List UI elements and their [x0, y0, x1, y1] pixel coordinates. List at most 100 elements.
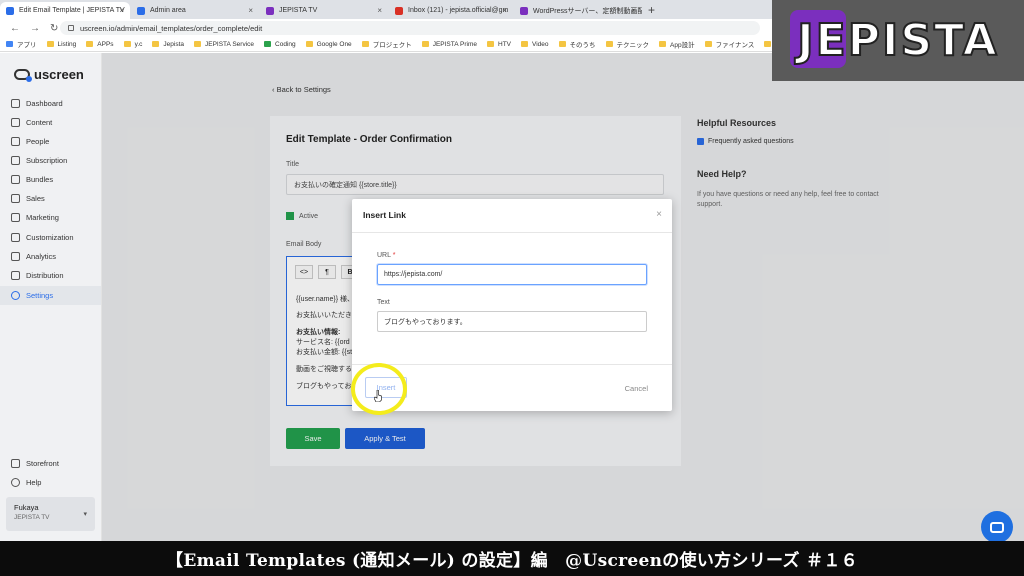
jepista-logo: JEPISTA	[772, 0, 1024, 81]
bookmark[interactable]: Google One	[305, 41, 352, 48]
modal-title: Insert Link	[363, 210, 406, 220]
megaphone-icon	[11, 213, 20, 222]
folder-icon	[194, 41, 201, 47]
sidebar-item-storefront[interactable]: Storefront	[0, 454, 101, 473]
close-icon[interactable]: ×	[119, 6, 124, 15]
divider	[352, 232, 672, 233]
new-tab-icon[interactable]: +	[648, 3, 655, 17]
divider	[352, 364, 672, 365]
cancel-button[interactable]: Cancel	[625, 384, 648, 393]
bookmark[interactable]: y.c	[123, 41, 142, 48]
link-text-input[interactable]: ブログもやっております。	[377, 311, 647, 332]
folder-icon	[764, 41, 772, 47]
jepista-favicon-icon	[520, 6, 528, 15]
chat-bubble-icon	[990, 521, 1004, 533]
jepista-favicon-icon	[266, 6, 274, 15]
distribution-icon	[11, 271, 20, 280]
help-icon	[11, 478, 20, 487]
click-highlight-circle	[351, 363, 407, 415]
bookmark[interactable]: APPs	[86, 41, 114, 48]
bookmark[interactable]: プロジェクト	[361, 39, 412, 49]
sidebar-item-distribution[interactable]: Distribution	[0, 266, 101, 285]
bookmark[interactable]: ファイナンス	[704, 39, 754, 49]
browser-tab[interactable]: WordPressサーバー、定額制動画配 ×	[514, 2, 642, 19]
bookmark[interactable]: JEPISTA Prime	[421, 41, 477, 48]
browser-tab[interactable]: Admin area ×	[131, 2, 259, 19]
box-icon	[11, 175, 20, 184]
user-account-card[interactable]: Fukaya JEPISTA TV ▾	[6, 497, 95, 531]
folder-icon	[123, 41, 131, 47]
folder-icon	[558, 41, 566, 47]
close-icon[interactable]: ×	[377, 6, 382, 15]
sidebar-item-bundles[interactable]: Bundles	[0, 170, 101, 189]
bookmark[interactable]: そのうち	[558, 39, 596, 49]
url-input[interactable]: https://jepista.com/	[377, 264, 647, 285]
storefront-icon	[11, 459, 20, 468]
close-icon[interactable]: ×	[248, 6, 253, 15]
bookmark[interactable]: Jepista	[152, 41, 184, 48]
browser-tab[interactable]: Edit Email Template | JEPISTA TV ×	[0, 2, 130, 19]
refresh-icon	[11, 156, 20, 165]
back-arrow-icon[interactable]: ←	[10, 23, 20, 34]
tab-title: JEPISTA TV	[279, 7, 318, 14]
edit-icon	[11, 233, 20, 242]
video-caption-banner: 【Email Templates (通知メール) の設定】編 @Uscreenの…	[0, 541, 1024, 576]
bookmark[interactable]: JEPISTA Service	[194, 41, 254, 48]
reload-icon[interactable]: ↻	[50, 23, 58, 34]
bookmark[interactable]: アプリ	[6, 39, 37, 49]
folder-icon	[659, 41, 667, 47]
sidebar-item-people[interactable]: People	[0, 132, 101, 151]
url-label: URL *	[377, 252, 396, 259]
user-name: Fukaya	[14, 503, 39, 512]
folder-icon	[487, 41, 494, 47]
chat-support-button[interactable]	[981, 511, 1013, 543]
sidebar-item-content[interactable]: Content	[0, 113, 101, 132]
sidebar-item-dashboard[interactable]: Dashboard	[0, 94, 101, 113]
tab-title: WordPressサーバー、定額制動画配	[533, 7, 642, 15]
tab-title: Inbox (121) - jepista.official@gm	[408, 7, 509, 14]
sidebar-item-marketing[interactable]: Marketing	[0, 208, 101, 227]
close-icon[interactable]: ×	[502, 6, 507, 15]
bookmark[interactable]: テクニック	[605, 39, 649, 49]
sidebar-item-settings[interactable]: Settings	[0, 286, 101, 305]
tab-title: Edit Email Template | JEPISTA TV	[19, 7, 125, 14]
gear-icon	[11, 291, 20, 300]
sidebar-item-analytics[interactable]: Analytics	[0, 247, 101, 266]
folder-icon	[521, 41, 528, 47]
dollar-icon	[11, 194, 20, 203]
people-icon	[11, 137, 20, 146]
browser-tab[interactable]: Inbox (121) - jepista.official@gm ×	[389, 2, 513, 19]
folder-icon	[704, 41, 712, 47]
folder-icon	[605, 41, 613, 47]
sidebar-item-sales[interactable]: Sales	[0, 189, 101, 208]
url-text: uscreen.io/admin/email_templates/order_c…	[80, 23, 263, 33]
close-icon[interactable]: ×	[631, 6, 636, 15]
forward-arrow-icon[interactable]: →	[30, 23, 40, 34]
sidebar-item-help[interactable]: Help	[0, 473, 101, 492]
gmail-favicon-icon	[395, 6, 403, 15]
folder-icon	[86, 41, 94, 47]
text-label: Text	[377, 299, 390, 306]
chart-icon	[11, 252, 20, 261]
browser-tab[interactable]: JEPISTA TV ×	[260, 2, 388, 19]
folder-icon	[305, 41, 313, 47]
folder-icon	[152, 41, 160, 47]
uscreen-logo[interactable]: uscreen	[14, 67, 84, 82]
folder-icon	[421, 41, 429, 47]
close-icon[interactable]: ×	[656, 209, 662, 220]
sidebar-item-subscription[interactable]: Subscription	[0, 151, 101, 170]
bookmark[interactable]: Coding	[264, 41, 296, 48]
hand-cursor-icon	[374, 390, 382, 402]
sidebar: uscreen Dashboard Content People Subscri…	[0, 53, 102, 541]
folder-icon	[361, 41, 369, 47]
lock-icon	[68, 25, 74, 31]
bookmark[interactable]: Video	[521, 41, 549, 48]
apps-icon	[6, 41, 13, 47]
sidebar-item-customization[interactable]: Customization	[0, 228, 101, 247]
store-name: JEPISTA TV	[14, 514, 50, 521]
bookmark[interactable]: Listing	[46, 41, 76, 48]
address-bar[interactable]: uscreen.io/admin/email_templates/order_c…	[60, 21, 760, 35]
bookmark[interactable]: App設計	[659, 39, 695, 49]
dashboard-icon	[11, 99, 20, 108]
bookmark[interactable]: HTV	[487, 41, 511, 48]
